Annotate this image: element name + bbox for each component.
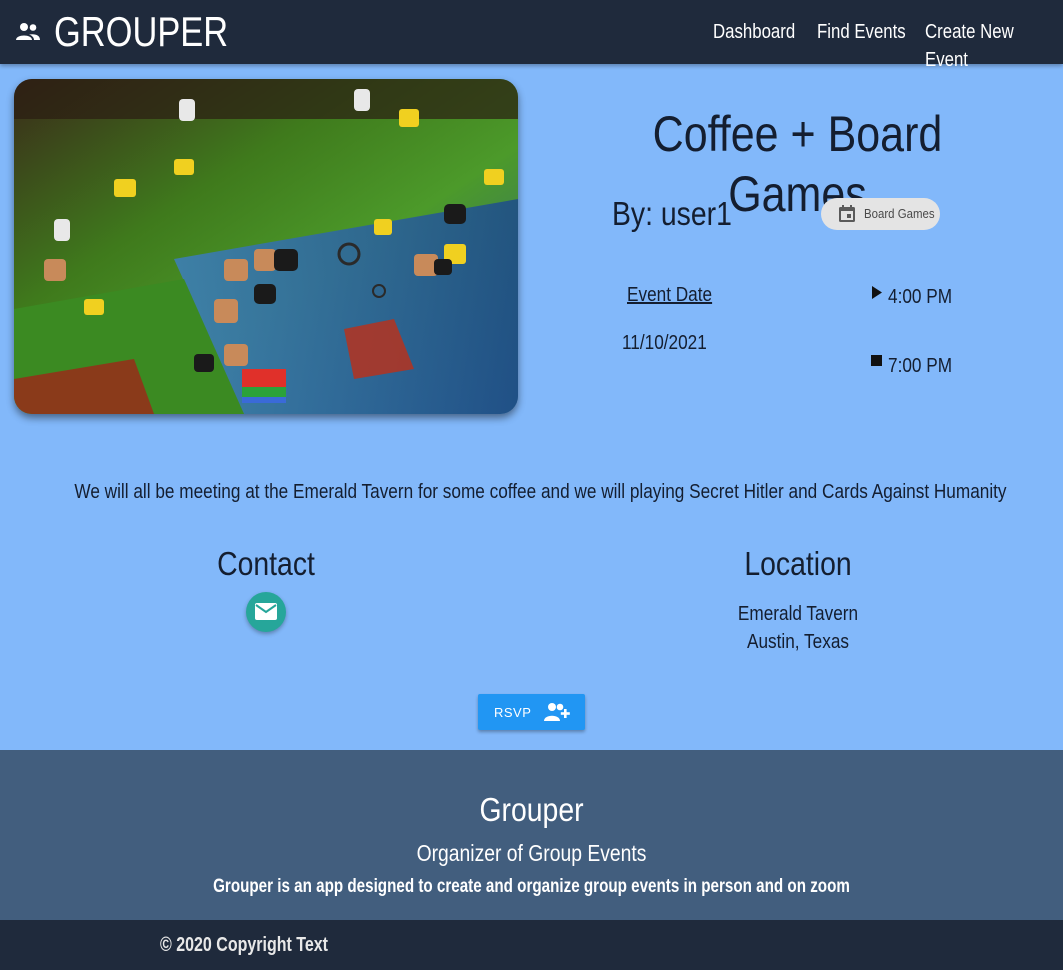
event-organizer: By: user1 <box>612 195 732 232</box>
stop-icon <box>871 355 882 366</box>
board-game-photo <box>14 79 518 414</box>
end-time: 7:00 PM <box>888 355 953 377</box>
copyright-bar: © 2020 Copyright Text <box>0 920 1063 970</box>
location-city: Austin, Texas <box>747 631 849 653</box>
footer: Grouper Organizer of Group Events Groupe… <box>0 750 1063 920</box>
brand-logo[interactable]: GROUPER <box>54 9 228 55</box>
rsvp-button[interactable]: RSVP <box>478 694 585 730</box>
category-label: Board Games <box>864 206 935 221</box>
location-heading: Location <box>744 545 852 582</box>
event-photo <box>14 79 518 414</box>
footer-description: Grouper is an app designed to create and… <box>213 876 850 897</box>
group-icon <box>16 23 40 40</box>
contact-heading: Contact <box>217 545 315 582</box>
email-icon <box>255 603 277 620</box>
location-venue: Emerald Tavern <box>737 603 859 625</box>
copyright-text: © 2020 Copyright Text <box>160 934 328 956</box>
rsvp-label: RSVP <box>494 705 532 720</box>
footer-subtitle: Organizer of Group Events <box>416 840 647 866</box>
nav-dashboard[interactable]: Dashboard <box>713 18 795 46</box>
email-contact-button[interactable] <box>246 592 286 632</box>
event-date-label: Event Date <box>627 284 713 306</box>
nav-find-events[interactable]: Find Events <box>817 18 906 46</box>
person-add-icon <box>544 703 570 721</box>
event-icon <box>839 205 855 222</box>
category-chip[interactable]: Board Games <box>821 198 940 230</box>
play-icon <box>872 286 882 299</box>
event-description: We will all be meeting at the Emerald Ta… <box>74 481 1007 503</box>
top-navbar: GROUPER Dashboard Find Events Create New… <box>0 0 1063 71</box>
start-time: 4:00 PM <box>888 286 953 308</box>
nav-create-new-event[interactable]: Create New Event <box>925 18 1041 74</box>
event-date: 11/10/2021 <box>622 332 707 354</box>
footer-title: Grouper <box>479 791 584 828</box>
